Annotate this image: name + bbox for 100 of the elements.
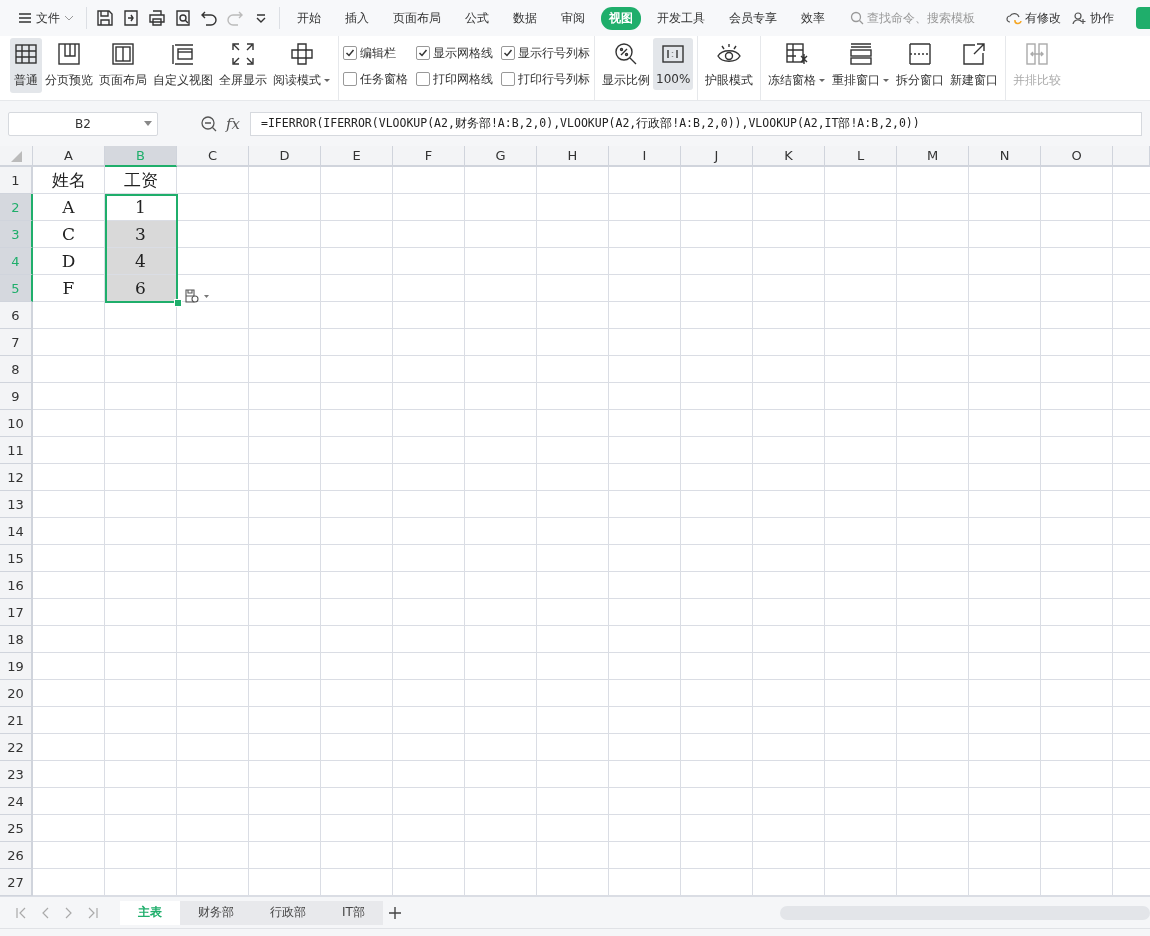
caret-icon bbox=[144, 120, 152, 126]
checkbox[interactable] bbox=[343, 72, 357, 86]
sheet-tab[interactable]: 财务部 bbox=[180, 900, 252, 925]
undo-icon[interactable] bbox=[200, 9, 218, 27]
row-header[interactable]: 19 bbox=[0, 653, 33, 680]
share-button[interactable]: 协作 bbox=[1067, 7, 1118, 29]
row-header[interactable]: 18 bbox=[0, 626, 33, 653]
checkbox-label: 显示行号列标 bbox=[518, 44, 590, 62]
column-header[interactable]: F bbox=[393, 146, 465, 167]
first-sheet-icon[interactable] bbox=[14, 905, 28, 920]
sheet-tab[interactable]: 行政部 bbox=[252, 900, 324, 925]
row-header[interactable]: 22 bbox=[0, 734, 33, 761]
row-header[interactable]: 7 bbox=[0, 329, 33, 356]
column-header[interactable]: A bbox=[33, 146, 105, 167]
sheet-tab[interactable]: IT部 bbox=[324, 900, 383, 925]
row-header[interactable]: 14 bbox=[0, 518, 33, 545]
sync-button[interactable]: 有修改 bbox=[1002, 7, 1065, 29]
menu-tab[interactable]: 开发工具 bbox=[649, 6, 713, 30]
row-header[interactable]: 16 bbox=[0, 572, 33, 599]
side-by-side-icon bbox=[1024, 41, 1051, 67]
column-header[interactable]: N bbox=[969, 146, 1041, 167]
menu-tab[interactable]: 插入 bbox=[337, 6, 377, 30]
row-header[interactable]: 8 bbox=[0, 356, 33, 383]
grid-icon bbox=[13, 41, 39, 67]
ribbon-button[interactable]: 显示比例 bbox=[599, 38, 653, 93]
ribbon-button[interactable]: 冻结窗格 bbox=[765, 38, 830, 93]
column-header[interactable]: L bbox=[825, 146, 897, 167]
file-menu[interactable]: 文件 bbox=[12, 5, 80, 31]
column-header[interactable]: G bbox=[465, 146, 537, 167]
add-user-icon bbox=[1071, 11, 1087, 25]
add-sheet-icon[interactable] bbox=[386, 904, 403, 921]
checkbox-label: 编辑栏 bbox=[360, 44, 396, 62]
page-layout-icon bbox=[110, 41, 136, 67]
table-cell: 6 bbox=[105, 275, 177, 302]
checkbox[interactable] bbox=[416, 72, 430, 86]
column-header[interactable]: D bbox=[249, 146, 321, 167]
row-header[interactable]: 9 bbox=[0, 383, 33, 410]
row-header[interactable]: 6 bbox=[0, 302, 33, 329]
row-header[interactable]: 12 bbox=[0, 464, 33, 491]
row-header[interactable]: 13 bbox=[0, 491, 33, 518]
column-header[interactable]: M bbox=[897, 146, 969, 167]
column-header[interactable]: H bbox=[537, 146, 609, 167]
menu-tab[interactable]: 会员专享 bbox=[721, 6, 785, 30]
column-header[interactable]: J bbox=[681, 146, 753, 167]
ribbon-button[interactable]: 重排窗口 bbox=[829, 38, 894, 93]
menu-tab[interactable]: 审阅 bbox=[553, 6, 593, 30]
checkbox[interactable] bbox=[343, 46, 357, 60]
ribbon-button[interactable]: 普通 bbox=[10, 38, 42, 93]
column-header[interactable]: O bbox=[1041, 146, 1113, 167]
checkbox-label: 打印行号列标 bbox=[518, 70, 590, 88]
row-header[interactable]: 11 bbox=[0, 437, 33, 464]
menu-tab[interactable]: 公式 bbox=[457, 6, 497, 30]
print-preview-icon[interactable] bbox=[174, 9, 192, 27]
caret-icon bbox=[323, 77, 331, 84]
print-icon[interactable] bbox=[148, 9, 166, 27]
menu-tab[interactable]: 效率 bbox=[793, 6, 833, 30]
ribbon-button[interactable]: 分页预览 bbox=[42, 38, 96, 93]
column-header[interactable]: E bbox=[321, 146, 393, 167]
row-header[interactable]: 17 bbox=[0, 599, 33, 626]
column-header[interactable]: K bbox=[753, 146, 825, 167]
column-header[interactable]: C bbox=[177, 146, 249, 167]
checkbox[interactable] bbox=[501, 72, 515, 86]
ribbon-button[interactable]: 阅读模式 bbox=[270, 38, 334, 93]
last-sheet-icon[interactable] bbox=[86, 905, 100, 920]
row-header[interactable]: 23 bbox=[0, 761, 33, 788]
row-header[interactable]: 1 bbox=[0, 167, 33, 194]
ribbon-button[interactable]: 新建窗口 bbox=[947, 38, 1002, 93]
fill-handle[interactable] bbox=[174, 299, 182, 307]
row-header[interactable]: 10 bbox=[0, 410, 33, 437]
redo-icon[interactable] bbox=[226, 9, 244, 27]
row-header[interactable]: 25 bbox=[0, 815, 33, 842]
search-field[interactable]: 查找命令、搜索模板 bbox=[850, 11, 1000, 25]
row-header[interactable]: 15 bbox=[0, 545, 33, 572]
checkbox[interactable] bbox=[416, 46, 430, 60]
insert-function-button[interactable]: fx bbox=[226, 114, 240, 133]
ribbon-button[interactable]: 拆分窗口 bbox=[893, 38, 948, 93]
cloud-sync-icon bbox=[1006, 11, 1022, 25]
export-icon[interactable] bbox=[122, 9, 140, 27]
row-header[interactable]: 26 bbox=[0, 842, 33, 869]
ribbon-button[interactable]: 全屏显示 bbox=[216, 38, 270, 93]
menu-tab[interactable]: 开始 bbox=[289, 6, 329, 30]
row-header[interactable]: 24 bbox=[0, 788, 33, 815]
ribbon-button[interactable]: 自定义视图 bbox=[150, 38, 216, 93]
name-box[interactable]: B2 bbox=[8, 111, 158, 136]
menu-tab[interactable]: 数据 bbox=[505, 6, 545, 30]
save-icon[interactable] bbox=[96, 9, 114, 27]
fullscreen-icon bbox=[230, 41, 256, 67]
row-header[interactable]: 20 bbox=[0, 680, 33, 707]
formula-field[interactable]: =IFERROR(IFERROR(VLOOKUP(A2,财务部!A:B,2,0),VLOOKUP(A2,行政部!A:B,2,0)),VLOOKUP(A2,IT部!A:B,2,0)) bbox=[250, 111, 1142, 136]
checkbox[interactable] bbox=[501, 46, 515, 60]
ribbon-button[interactable]: 100% bbox=[653, 38, 694, 90]
ribbon-button[interactable]: 页面布局 bbox=[96, 38, 150, 93]
menu-tab[interactable]: 页面布局 bbox=[385, 6, 449, 30]
ribbon-button[interactable]: 护眼模式 bbox=[702, 38, 757, 93]
chevron-icon bbox=[64, 15, 74, 21]
column-header[interactable]: I bbox=[609, 146, 681, 167]
row-header[interactable]: 21 bbox=[0, 707, 33, 734]
row-header[interactable]: 27 bbox=[0, 869, 33, 896]
zoom-out-icon[interactable] bbox=[200, 114, 218, 133]
select-all-button[interactable] bbox=[0, 146, 33, 167]
